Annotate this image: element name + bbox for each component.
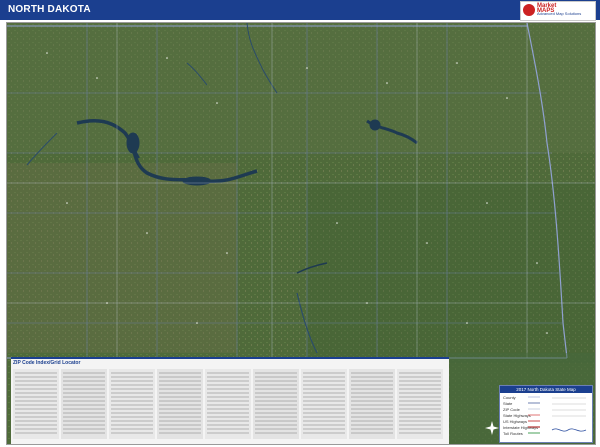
header-bar: NORTH DAKOTA Market MAPS Advanced Map So…: [0, 0, 600, 21]
index-columns: [13, 369, 443, 439]
satellite-map[interactable]: ZIP Code Index/Grid Locator 2017 North D…: [6, 22, 596, 445]
logo-subtitle: Advanced Map Solutions: [537, 11, 582, 16]
logo-mark-icon: [523, 4, 535, 16]
index-title: ZIP Code Index/Grid Locator: [13, 360, 81, 366]
map-legend: 2017 North Dakota State Map County State…: [499, 385, 593, 443]
zip-index-panel: ZIP Code Index/Grid Locator: [11, 357, 449, 444]
legend-swatches: [528, 396, 587, 434]
page-title: NORTH DAKOTA: [8, 4, 91, 15]
brand-logo: Market MAPS Advanced Map Solutions: [520, 1, 596, 21]
compass-icon: [485, 421, 499, 435]
